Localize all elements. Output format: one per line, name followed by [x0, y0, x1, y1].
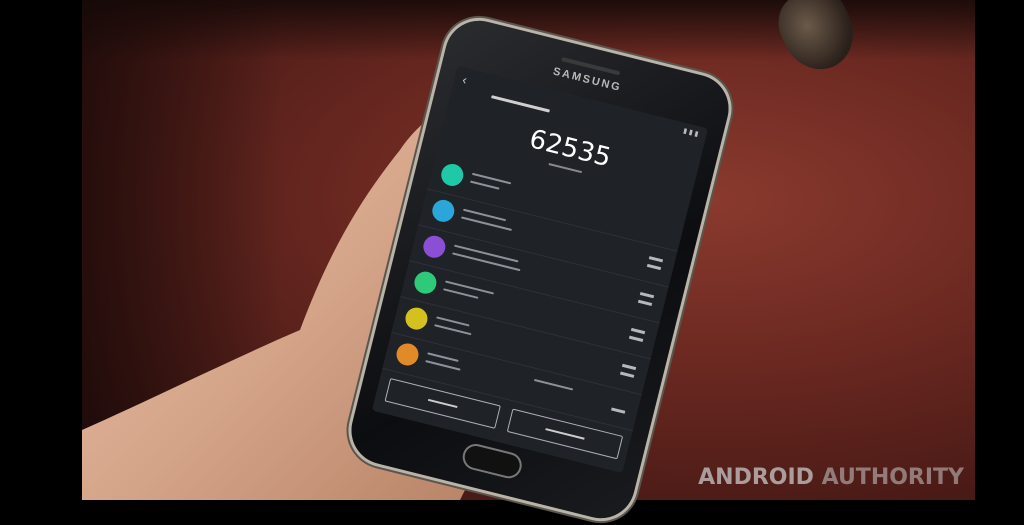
background-shadow-left — [82, 0, 282, 500]
category-icon — [394, 341, 421, 368]
category-value — [628, 335, 644, 342]
category-value — [621, 363, 637, 371]
category-detail — [533, 378, 574, 391]
category-icon — [403, 305, 430, 332]
category-value — [630, 327, 646, 335]
category-sublabel — [443, 288, 479, 299]
watermark-part2: AUTHORITY — [821, 465, 964, 490]
category-value — [611, 407, 626, 414]
category-value — [619, 371, 635, 378]
category-value — [639, 291, 655, 299]
app-title-bar — [491, 95, 550, 113]
watermark-part1: ANDROID — [698, 465, 814, 490]
category-sublabel — [469, 180, 500, 190]
category-icon — [412, 269, 439, 297]
category-icon — [438, 161, 466, 189]
category-value — [646, 263, 662, 271]
category-icon — [429, 197, 457, 225]
category-icon — [421, 233, 448, 261]
back-arrow-icon[interactable]: ‹ — [461, 72, 469, 88]
category-sublabel — [452, 252, 521, 272]
category-value — [637, 299, 653, 307]
category-sublabel — [425, 360, 461, 371]
watermark-logo: ANDROID AUTHORITY — [698, 465, 964, 490]
category-label — [427, 352, 459, 362]
status-bar: ▮ ▮ ▮ — [682, 127, 700, 139]
category-value — [648, 256, 664, 263]
